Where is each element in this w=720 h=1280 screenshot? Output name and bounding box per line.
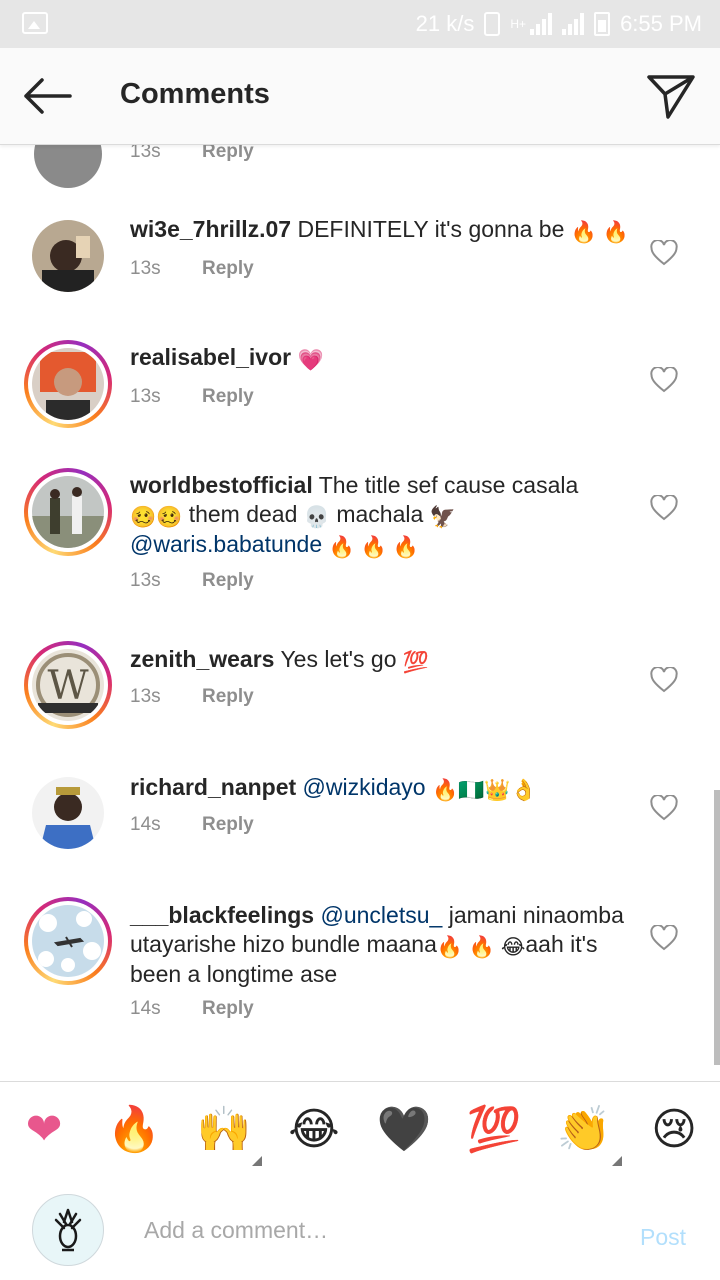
like-heart-icon[interactable] bbox=[650, 367, 678, 393]
mention-link[interactable]: @uncletsu_ bbox=[321, 902, 443, 928]
network-type: H+ bbox=[510, 17, 527, 31]
fire-emoji-button[interactable]: 🔥 bbox=[106, 1102, 162, 1158]
comment-body: realisabel_ivor 💗 bbox=[130, 343, 630, 373]
comment-username[interactable]: realisabel_ivor bbox=[130, 344, 291, 370]
status-icons: 21 k/s H+ 6:55 PM bbox=[416, 10, 702, 38]
comment-username[interactable]: zenith_wears bbox=[130, 646, 274, 672]
comment-body: wi3e_7hrillz.07 DEFINITELY it's gonna be… bbox=[130, 215, 630, 245]
like-heart-icon[interactable] bbox=[650, 240, 678, 266]
like-heart-icon[interactable] bbox=[650, 925, 678, 951]
comment-meta: 13s Reply bbox=[130, 386, 254, 408]
comment-username[interactable]: worldbestofficial bbox=[130, 472, 313, 498]
sad-emoji-button[interactable]: 😢 bbox=[646, 1102, 702, 1158]
avatar[interactable] bbox=[32, 220, 104, 292]
comment-body: ___blackfeelings @uncletsu_ jamani ninao… bbox=[130, 901, 630, 989]
avatar[interactable] bbox=[24, 468, 112, 556]
comment-time: 13s bbox=[130, 386, 161, 407]
network-speed: 21 k/s bbox=[415, 11, 475, 36]
clapping-emoji-button[interactable]: 👏 bbox=[556, 1102, 612, 1158]
comment-time: 14s bbox=[130, 814, 161, 835]
skin-tone-indicator-icon bbox=[612, 1156, 622, 1166]
skin-tone-indicator-icon bbox=[252, 1156, 262, 1166]
comment-meta: 14s Reply bbox=[130, 998, 254, 1020]
woozy-face-emoji: 🥴🥴 bbox=[130, 506, 183, 529]
raised-hands-emoji-button[interactable]: 🙌 bbox=[196, 1102, 252, 1158]
avatar[interactable]: W bbox=[24, 641, 112, 729]
gallery-notification-icon bbox=[22, 12, 48, 34]
like-heart-icon[interactable] bbox=[650, 795, 678, 821]
skull-emoji: 💀 bbox=[303, 506, 330, 529]
like-heart-icon[interactable] bbox=[650, 667, 678, 693]
comment-text: The title sef cause casala bbox=[318, 472, 579, 498]
signal-icon bbox=[530, 13, 553, 35]
comment-input[interactable] bbox=[144, 1210, 584, 1250]
black-heart-emoji-button[interactable]: 🖤 bbox=[376, 1102, 432, 1158]
page-title: Comments bbox=[120, 78, 270, 110]
profile-sketch-icon bbox=[54, 1208, 82, 1252]
comment-list[interactable]: 13s Reply wi3e_7hrillz.07 DEFINITELY it's… bbox=[0, 145, 720, 1080]
comment-meta: 14s Reply bbox=[130, 814, 254, 836]
status-bar: 21 k/s H+ 6:55 PM bbox=[0, 0, 720, 48]
heart-emoji-button[interactable]: ❤ bbox=[16, 1102, 72, 1158]
comment-composer: Post bbox=[0, 1180, 720, 1280]
comment-text: machala bbox=[336, 501, 424, 527]
comment-time: 14s bbox=[130, 998, 161, 1019]
comment-text: Yes let's go bbox=[280, 646, 397, 672]
reply-button[interactable]: Reply bbox=[202, 570, 254, 591]
signal-2-icon bbox=[562, 13, 585, 35]
fire-laugh-emojis: 🔥 🔥 😂 bbox=[436, 936, 526, 959]
battery-icon bbox=[594, 12, 611, 36]
svg-text:W: W bbox=[47, 663, 88, 709]
eagle-emoji: 🦅 bbox=[429, 506, 456, 529]
share-button[interactable] bbox=[646, 72, 696, 120]
comment-meta: 13s Reply bbox=[130, 570, 254, 592]
comment-meta: 13s Reply bbox=[130, 145, 254, 162]
fire-emoji: 🔥 🔥 bbox=[570, 221, 629, 244]
clock: 6:55 PM bbox=[620, 11, 702, 36]
hundred-emoji-button[interactable]: 💯 bbox=[466, 1102, 522, 1158]
comment-time: 13s bbox=[130, 570, 161, 591]
avatar[interactable] bbox=[24, 897, 112, 985]
scrollbar[interactable] bbox=[714, 790, 720, 1065]
fire-emoji: 🔥 🔥 🔥 bbox=[328, 536, 419, 559]
avatar[interactable] bbox=[32, 777, 104, 849]
mention-link[interactable]: @wizkidayo bbox=[303, 774, 426, 800]
paper-plane-icon bbox=[647, 75, 695, 119]
hundred-points-emoji: 💯 bbox=[402, 651, 430, 674]
post-button[interactable]: Post bbox=[640, 1224, 686, 1251]
like-heart-icon[interactable] bbox=[650, 495, 678, 521]
reply-button[interactable]: Reply bbox=[202, 386, 254, 407]
comment-body: zenith_wears Yes let's go 💯 bbox=[130, 645, 630, 675]
comment-text: DEFINITELY it's gonna be bbox=[297, 216, 565, 242]
comment-username[interactable]: wi3e_7hrillz.07 bbox=[130, 216, 291, 242]
heart-emoji: 💗 bbox=[297, 349, 324, 372]
my-avatar bbox=[32, 1194, 104, 1266]
comment-username[interactable]: ___blackfeelings bbox=[130, 902, 314, 928]
comment-username[interactable]: richard_nanpet bbox=[130, 774, 296, 800]
reply-button[interactable]: Reply bbox=[202, 814, 254, 835]
comment-body: worldbestofficial The title sef cause ca… bbox=[130, 471, 630, 560]
mention-link[interactable]: @waris.babatunde bbox=[130, 531, 322, 557]
comment-time: 13s bbox=[130, 686, 161, 707]
reply-button[interactable]: Reply bbox=[202, 686, 254, 707]
laughing-emoji-button[interactable]: 😂 bbox=[286, 1102, 342, 1158]
reply-button[interactable]: Reply bbox=[202, 258, 254, 279]
reply-button[interactable]: Reply bbox=[202, 998, 254, 1019]
avatar[interactable] bbox=[24, 340, 112, 428]
avatar[interactable] bbox=[34, 145, 102, 188]
vibrate-icon bbox=[484, 12, 501, 36]
comment-meta: 13s Reply bbox=[130, 686, 254, 708]
comment-meta: 13s Reply bbox=[130, 258, 254, 280]
app-header: Comments bbox=[0, 48, 720, 145]
reaction-emojis: 🔥🇳🇬👑👌 bbox=[432, 779, 537, 802]
back-button[interactable] bbox=[20, 74, 74, 118]
emoji-quick-bar: ❤ 🔥 🙌 😂 🖤 💯 👏 😢 bbox=[0, 1081, 720, 1181]
comment-body: richard_nanpet @wizkidayo 🔥🇳🇬👑👌 bbox=[130, 773, 630, 803]
comment-time: 13s bbox=[130, 258, 161, 279]
back-arrow-icon bbox=[24, 78, 72, 114]
comment-text: them dead bbox=[188, 501, 298, 527]
